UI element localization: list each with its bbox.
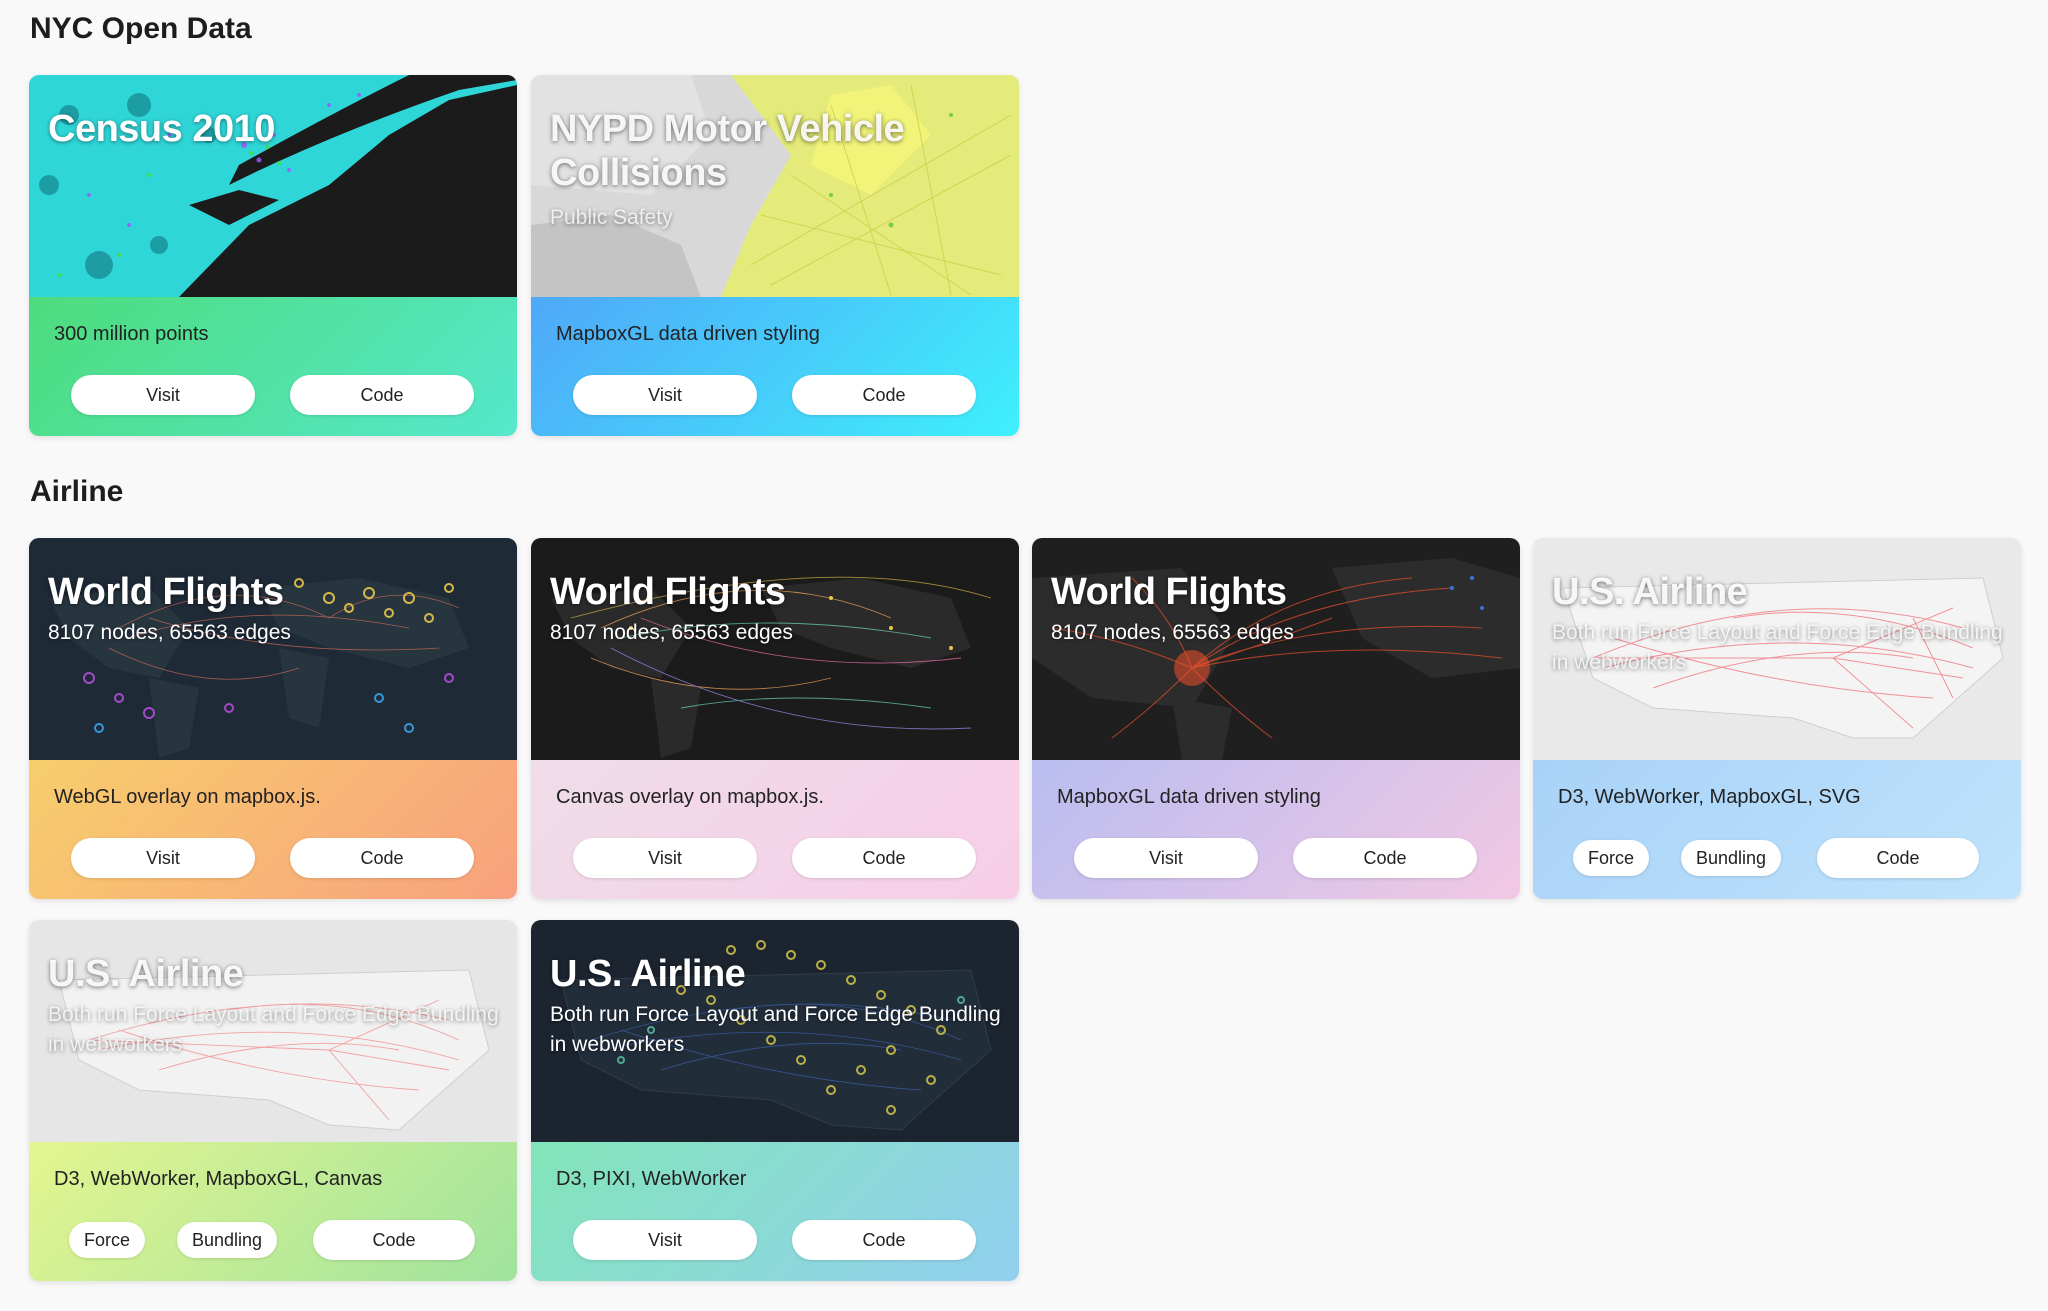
card-subtitle: 8107 nodes, 65563 edges — [48, 621, 291, 644]
code-button[interactable]: Code — [1293, 838, 1477, 878]
world-flights-mapboxgl-thumbnail[interactable]: World Flights 8107 nodes, 65563 edges — [1032, 538, 1520, 760]
card-title: World Flights — [48, 571, 284, 613]
code-button[interactable]: Code — [290, 375, 474, 415]
card-subtitle: Both run Force Layout and Force Edge Bun… — [1552, 621, 2003, 674]
card-description: 300 million points — [54, 323, 209, 345]
us-airline-canvas-thumbnail[interactable]: U.S. Airline Both run Force Layout and F… — [29, 920, 517, 1142]
world-flights-webgl-thumbnail[interactable]: World Flights 8107 nodes, 65563 edges — [29, 538, 517, 760]
code-button[interactable]: Code — [1817, 838, 1979, 878]
card-body: Canvas overlay on mapbox.js. Visit Code — [531, 760, 1019, 899]
card-body: MapboxGL data driven styling Visit Code — [1032, 760, 1520, 899]
card-world-flights-mapboxgl: World Flights 8107 nodes, 65563 edges Ma… — [1032, 538, 1520, 899]
census-map-thumbnail[interactable]: Census 2010 — [29, 75, 517, 297]
card-description: D3, WebWorker, MapboxGL, SVG — [1558, 786, 1861, 808]
card-body: MapboxGL data driven styling Visit Code — [531, 297, 1019, 436]
visit-button[interactable]: Visit — [71, 375, 255, 415]
card-us-airline-pixi: U.S. Airline Both run Force Layout and F… — [531, 920, 1019, 1281]
card-description: D3, PIXI, WebWorker — [556, 1168, 747, 1190]
card-description: MapboxGL data driven styling — [1057, 786, 1321, 808]
card-body: D3, PIXI, WebWorker Visit Code — [531, 1142, 1019, 1281]
card-title: Census 2010 — [48, 108, 275, 150]
card-world-flights-canvas: World Flights 8107 nodes, 65563 edges Ca… — [531, 538, 1019, 899]
card-us-airline-canvas: U.S. Airline Both run Force Layout and F… — [29, 920, 517, 1281]
code-button[interactable]: Code — [792, 1220, 976, 1260]
card-census-2010: Census 2010 300 million points Visit Cod… — [29, 75, 517, 436]
card-title: U.S. Airline — [550, 953, 746, 995]
card-title: U.S. Airline — [48, 953, 244, 995]
card-description: D3, WebWorker, MapboxGL, Canvas — [54, 1168, 383, 1190]
visit-button[interactable]: Visit — [573, 375, 757, 415]
card-subtitle: 8107 nodes, 65563 edges — [550, 621, 793, 644]
code-button[interactable]: Code — [792, 375, 976, 415]
card-title: U.S. Airline — [1552, 571, 1748, 613]
card-title: NYPD Motor Vehicle Collisions — [550, 108, 905, 194]
code-button[interactable]: Code — [792, 838, 976, 878]
collisions-map-thumbnail[interactable]: NYPD Motor Vehicle Collisions Public Saf… — [531, 75, 1019, 297]
force-button[interactable]: Force — [69, 1222, 145, 1258]
card-title: World Flights — [550, 571, 786, 613]
card-body: WebGL overlay on mapbox.js. Visit Code — [29, 760, 517, 899]
card-subtitle: Both run Force Layout and Force Edge Bun… — [48, 1003, 499, 1056]
card-body: D3, WebWorker, MapboxGL, SVG Force Bundl… — [1533, 760, 2021, 899]
visit-button[interactable]: Visit — [573, 1220, 757, 1260]
card-description: Canvas overlay on mapbox.js. — [556, 786, 824, 808]
us-airline-svg-thumbnail[interactable]: U.S. Airline Both run Force Layout and F… — [1533, 538, 2021, 760]
card-title: World Flights — [1051, 571, 1287, 613]
card-world-flights-webgl: World Flights 8107 nodes, 65563 edges We… — [29, 538, 517, 899]
card-subtitle: 8107 nodes, 65563 edges — [1051, 621, 1294, 644]
card-subtitle: Both run Force Layout and Force Edge Bun… — [550, 1003, 1001, 1056]
visit-button[interactable]: Visit — [573, 838, 757, 878]
card-description: WebGL overlay on mapbox.js. — [54, 786, 321, 808]
bundling-button[interactable]: Bundling — [1681, 840, 1781, 876]
bundling-button[interactable]: Bundling — [177, 1222, 277, 1258]
section-title-airline: Airline — [30, 475, 124, 508]
card-body: D3, WebWorker, MapboxGL, Canvas Force Bu… — [29, 1142, 517, 1281]
card-description: MapboxGL data driven styling — [556, 323, 820, 345]
us-airline-pixi-thumbnail[interactable]: U.S. Airline Both run Force Layout and F… — [531, 920, 1019, 1142]
visit-button[interactable]: Visit — [71, 838, 255, 878]
card-us-airline-svg: U.S. Airline Both run Force Layout and F… — [1533, 538, 2021, 899]
force-button[interactable]: Force — [1573, 840, 1649, 876]
code-button[interactable]: Code — [313, 1220, 475, 1260]
world-flights-canvas-thumbnail[interactable]: World Flights 8107 nodes, 65563 edges — [531, 538, 1019, 760]
card-subtitle: Public Safety — [550, 206, 673, 229]
code-button[interactable]: Code — [290, 838, 474, 878]
card-nypd-collisions: NYPD Motor Vehicle Collisions Public Saf… — [531, 75, 1019, 436]
card-body: 300 million points Visit Code — [29, 297, 517, 436]
visit-button[interactable]: Visit — [1074, 838, 1258, 878]
section-title-nyc-open-data: NYC Open Data — [30, 12, 252, 45]
